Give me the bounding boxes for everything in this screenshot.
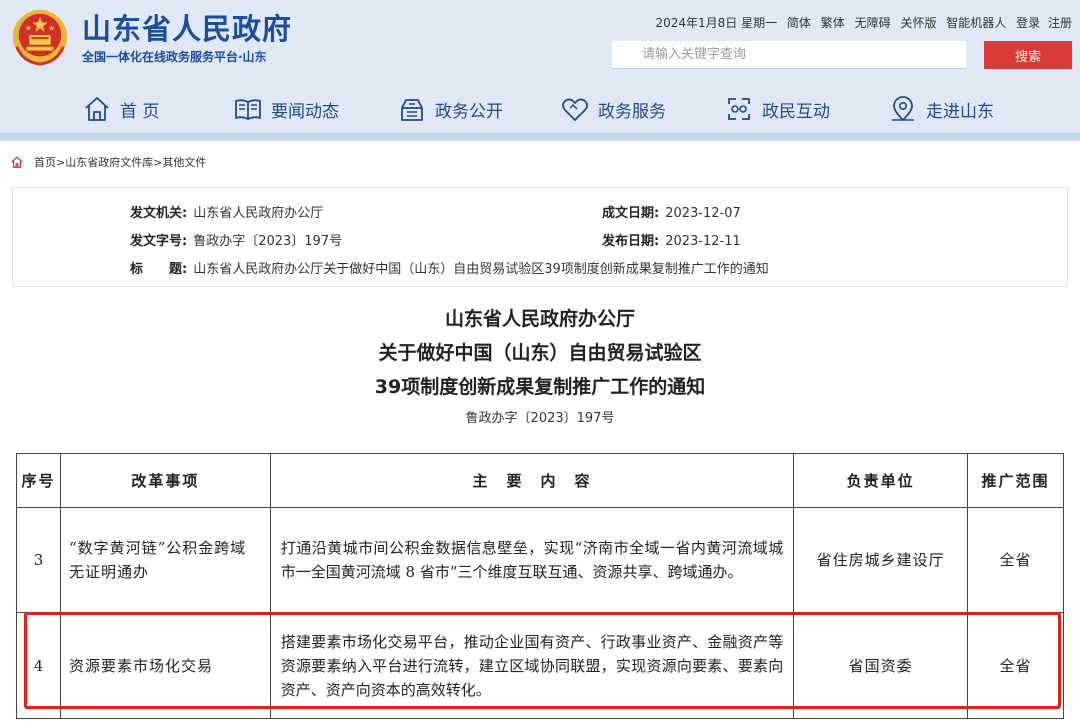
nav-label: 政务服务 [598,101,666,122]
info-label: 发文机关: [130,206,188,221]
location-icon [892,96,914,121]
row-reform-item: “数字黄河链”公积金跨域无证明通办 [59,507,271,613]
breadcrumb-separator: > [153,155,163,169]
link-accessibility[interactable]: 无障碍 [855,16,891,30]
book-icon [235,99,261,120]
site-title[interactable]: 山东省人民政府 [82,6,292,48]
row-responsible-unit: 省住房城乡建设厅 [793,507,969,613]
column-header-unit: 负责单位 [793,453,969,508]
nav-gov-open[interactable]: 政务公开 [397,88,503,130]
table-row: 3 “数字黄河链”公积金跨域无证明通办 打通沿黄城市间公积金数据信息壁垒，实现“… [16,507,1064,613]
home-icon [85,97,109,121]
document-info-box: 发文机关: 山东省人民政府办公厅 成文日期: 2023-12-07 发文字号: 鲁政办… [12,187,1068,287]
header-divider [0,133,1080,141]
nav-label: 政民互动 [762,101,830,122]
site-header: 山东省人民政府 全国一体化在线政务服务平台·山东 2024年1月8日 星期一 简… [0,0,1080,141]
row-main-content: 打通沿黄城市间公积金数据信息壁垒，实现“济南市全域一省内黄河流域城市一全国黄河流… [269,507,795,613]
link-register[interactable]: 注册 [1048,16,1072,30]
row-reform-item: 资源要素市场化交易 [59,612,271,719]
nav-news[interactable]: 要闻动态 [233,88,339,130]
info-issuer: 发文机关: 山东省人民政府办公厅 [130,202,323,221]
row-responsible-unit: 省国资委 [793,612,969,719]
info-value: 2023-12-11 [665,234,741,249]
document-heading-line2: 关于做好中国（山东）自由贸易试验区 [378,342,702,364]
row-number: 3 [16,507,61,613]
document-heading-line3: 39项制度创新成果复制推广工作的通知 [374,376,706,398]
search-input[interactable] [612,41,966,69]
link-login[interactable]: 登录 [1016,16,1040,30]
info-label: 成文日期: [602,206,660,221]
nav-home[interactable]: 首 页 [82,88,159,130]
link-simplified[interactable]: 简体 [787,16,811,30]
info-value: 2023-12-07 [665,206,741,221]
row-number: 4 [16,612,61,719]
info-label: 发布日期: [602,234,660,249]
nav-label: 政务公开 [435,101,503,122]
info-title: 标 题: 山东省人民政府办公厅关于做好中国（山东）自由贸易试验区39项制度创新成果… [130,258,769,277]
info-value: 鲁政办字〔2023〕197号 [193,234,343,249]
search-button[interactable]: 搜索 [984,41,1072,69]
national-emblem-icon[interactable] [11,8,69,66]
column-header-item: 改革事项 [59,453,271,508]
table-row: 4 资源要素市场化交易 搭建要素市场化交易平台，推动企业国有资产、行政事业资产、… [16,612,1064,719]
row-scope: 全省 [967,507,1064,613]
breadcrumb-other-files[interactable]: 其他文件 [162,154,206,170]
breadcrumb-home[interactable]: 首页 [34,154,56,170]
breadcrumb-file-library[interactable]: 山东省政府文件库 [65,154,153,170]
table-header-row: 序号 改革事项 主 要 内 容 负责单位 推广范围 [16,453,1064,508]
nav-label: 首 页 [120,101,160,122]
nav-label: 走进山东 [926,101,994,122]
current-date: 2024年1月8日 星期一 [655,16,778,30]
document-number: 鲁政办字〔2023〕197号 [465,411,615,426]
column-header-scope: 推广范围 [967,453,1064,508]
interaction-icon [728,98,750,120]
row-main-content: 搭建要素市场化交易平台，推动企业国有资产、行政事业资产、金融资产等资源要素纳入平… [269,612,795,719]
info-value: 山东省人民政府办公厅 [193,206,324,221]
nav-gov-service[interactable]: 政务服务 [560,88,666,130]
heart-icon [562,98,588,121]
info-label: 发文字号: [130,234,188,249]
main-nav: 首 页 要闻动态 政务公开 政务服务 政民互动 走进山东 [0,88,1080,130]
link-robot[interactable]: 智能机器人 [946,16,1006,30]
info-written-date: 成文日期: 2023-12-07 [602,202,741,221]
top-links: 2024年1月8日 星期一 简体 繁体 无障碍 关怀版 智能机器人 登录 注册 [655,14,1072,31]
column-header-no: 序号 [16,453,61,508]
site-subtitle[interactable]: 全国一体化在线政务服务平台·山东 [82,48,267,65]
home-icon[interactable] [10,155,24,169]
nav-label: 要闻动态 [271,101,339,122]
row-scope: 全省 [967,612,1064,719]
reform-table: 序号 改革事项 主 要 内 容 负责单位 推广范围 3 “数字黄河链”公积金跨域… [16,453,1064,719]
column-header-content: 主 要 内 容 [269,453,795,508]
info-label: 标 题: [130,262,188,277]
info-value: 山东省人民政府办公厅关于做好中国（山东）自由贸易试验区39项制度创新成果复制推广… [193,262,769,277]
breadcrumb: 首页 > 山东省政府文件库 > 其他文件 [10,154,206,170]
breadcrumb-separator: > [56,155,66,169]
nav-shandong[interactable]: 走进山东 [888,88,994,130]
link-traditional[interactable]: 繁体 [821,16,845,30]
inbox-icon [401,99,423,121]
info-docno: 发文字号: 鲁政办字〔2023〕197号 [130,230,342,249]
link-elder-mode[interactable]: 关怀版 [900,16,936,30]
info-published-date: 发布日期: 2023-12-11 [602,230,741,249]
nav-interaction[interactable]: 政民互动 [724,88,830,130]
document-heading-line1: 山东省人民政府办公厅 [444,308,635,330]
